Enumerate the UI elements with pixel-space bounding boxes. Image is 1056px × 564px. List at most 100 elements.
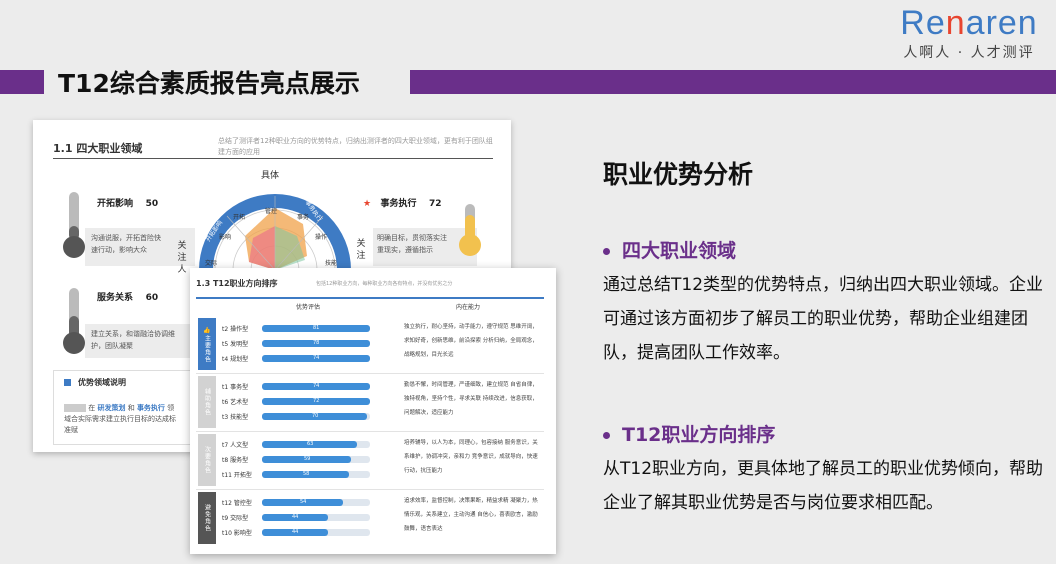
score-bar: 59 [262, 456, 351, 463]
paragraph: 从T12职业方向，更具体地了解员工的职业优势倾向，帮助企业了解其职业优势是否与岗… [603, 459, 1044, 513]
direction-label: t7 人文型 [222, 442, 249, 449]
score-bar-track: 70 [262, 413, 370, 420]
lock-icon [63, 332, 85, 354]
score-bar-track: 58 [262, 471, 370, 478]
title-bar-left [0, 70, 44, 94]
thermometer-gauge [69, 192, 79, 240]
group-divider [196, 373, 544, 374]
group-tag: 避免角色 [198, 492, 216, 544]
score-bar-track: 44 [262, 529, 370, 536]
renaren-logo: Renaren 人啊人 · 人才测评 [896, 6, 1042, 62]
score-value: 78 [313, 340, 320, 346]
radar-axis-label: 管控 [265, 208, 278, 215]
thumbs-up-icon: 👍 [203, 326, 211, 334]
group-divider [196, 489, 544, 490]
score-bar: 58 [262, 471, 349, 478]
score-value: 70 [312, 413, 319, 419]
score-value: 63 [307, 441, 314, 447]
paragraph: 通过总结T12类型的优势特点，归纳出四大职业领域。企业可通过该方面初步了解员工的… [603, 275, 1044, 363]
card1-title: 1.1 四大职业领域 [53, 142, 143, 155]
score-value: 74 [313, 383, 320, 389]
score-bar: 78 [262, 340, 370, 347]
legend-title: 优势领域说明 [78, 378, 126, 387]
score-value: 81 [313, 325, 320, 331]
domain-name: ★ 事务执行 72 [363, 199, 442, 209]
section-heading: 职业优势分析 [603, 160, 754, 189]
score-bar: 63 [262, 441, 357, 448]
domain-text: 明确目标，贯彻落实注重现实，遵循指示 [377, 234, 447, 254]
direction-label: t5 发明型 [222, 341, 249, 348]
score-bar-track: 63 [262, 441, 370, 448]
radar-axis-label: 影响 [219, 234, 232, 241]
score-bar: 70 [262, 413, 367, 420]
direction-label: t10 影响型 [222, 530, 252, 537]
score-value: 74 [313, 355, 320, 361]
person-icon [63, 236, 85, 258]
group-tag: 次要角色 [198, 434, 216, 486]
direction-label: t6 艺术型 [222, 399, 249, 406]
score-bar-track: 78 [262, 340, 370, 347]
domain-name: 服务关系 60 [97, 293, 159, 303]
score-value: 59 [304, 456, 311, 462]
column-header: 内在能力 [456, 304, 481, 311]
tools-icon [459, 234, 481, 256]
score-bar: 74 [262, 383, 370, 390]
radar-axis-label: 交际 [205, 260, 218, 267]
direction-label: t11 开拓型 [222, 472, 252, 479]
direction-label: t12 管控型 [222, 500, 252, 507]
bullet-heading: T12职业方向排序 [603, 420, 775, 447]
domain-text: 沟通说服，开拓首险快速行动，影响大众 [91, 234, 161, 254]
direction-label: t3 技能型 [222, 414, 249, 421]
slide: Renaren 人啊人 · 人才测评 T12综合素质报告亮点展示 1.1 四大职… [0, 0, 1056, 564]
score-bar-track: 74 [262, 383, 370, 390]
score-bar-track: 72 [262, 398, 370, 405]
score-bar: 44 [262, 514, 328, 521]
radar-axis-label: 技能 [325, 260, 338, 267]
score-bar-track: 44 [262, 514, 370, 521]
score-bar: 44 [262, 529, 328, 536]
score-bar: 74 [262, 355, 370, 362]
score-bar-track: 54 [262, 499, 370, 506]
group-label: 辅助角色 [203, 388, 211, 416]
card2-title: 1.3 T12职业方向排序 [196, 279, 278, 288]
radar-top-label: 具体 [261, 171, 280, 181]
group-tag: 辅助角色 [198, 376, 216, 428]
vertical-label: 关注人 [177, 241, 187, 275]
direction-label: t8 服务型 [222, 457, 249, 464]
score-bar: 54 [262, 499, 343, 506]
group-label: 避免角色 [203, 504, 211, 532]
radar-axis-label: 开拓 [233, 214, 246, 221]
score-value: 58 [303, 471, 310, 477]
bullet-dot [603, 432, 610, 439]
ability-text: 追求效率，监督控制，决策果断，精益求精 凝聚力，热情乐观，关系建立，主动沟通 自… [404, 498, 538, 532]
ability-text: 勤恳不懈，时间管理，严谨细致，建立规范 自省自律，独特视角，坚持个性，寻求关联 … [404, 382, 538, 416]
group-tag: 👍 主要角色 [198, 318, 216, 370]
direction-ranking-card: 1.3 T12职业方向排序 包括12种职业方向，每种职业方向各有特点，并没有优劣… [190, 268, 556, 554]
direction-label: t4 规划型 [222, 356, 249, 363]
score-value: 44 [292, 514, 299, 520]
score-value: 54 [300, 499, 307, 505]
bullet-heading: 四大职业领域 [603, 236, 736, 263]
radar-axis-label: 事务 [297, 214, 310, 221]
group-label: 次要角色 [203, 446, 211, 474]
direction-label: t2 操作型 [222, 326, 249, 333]
ability-text: 独立执行，耐心坚持，动手能力，遵守规范 思维开阔，求知好奇，创新思维，前沿探索 … [404, 324, 538, 358]
legend-marker [64, 379, 71, 386]
bullet-dot [603, 248, 610, 255]
card1-divider [53, 158, 493, 159]
redacted-name [64, 404, 86, 412]
group-label: 主要角色 [203, 334, 211, 363]
title-bar-right [410, 70, 1056, 94]
score-bar-track: 59 [262, 456, 370, 463]
direction-label: t9 交际型 [222, 515, 249, 522]
card1-description: 总结了测评者12种职业方向的优势特点，归纳出测评者的四大职业领域，更有利于团队组… [218, 137, 493, 156]
column-header: 优势评估 [296, 304, 321, 311]
logo-word: Renaren [900, 4, 1038, 42]
card2-description: 包括12种职业方向，每种职业方向各有特点，并没有优劣之分 [316, 281, 453, 287]
domain-name: 开拓影响 50 [97, 199, 159, 209]
ability-text: 培养辅导，以人为本，同理心，包容接纳 服务意识，关系维护，协调冲突，亲和力 竞争… [404, 440, 538, 474]
group-divider [196, 431, 544, 432]
card2-divider [196, 297, 544, 299]
score-value: 44 [292, 529, 299, 535]
score-bar: 72 [262, 398, 370, 405]
